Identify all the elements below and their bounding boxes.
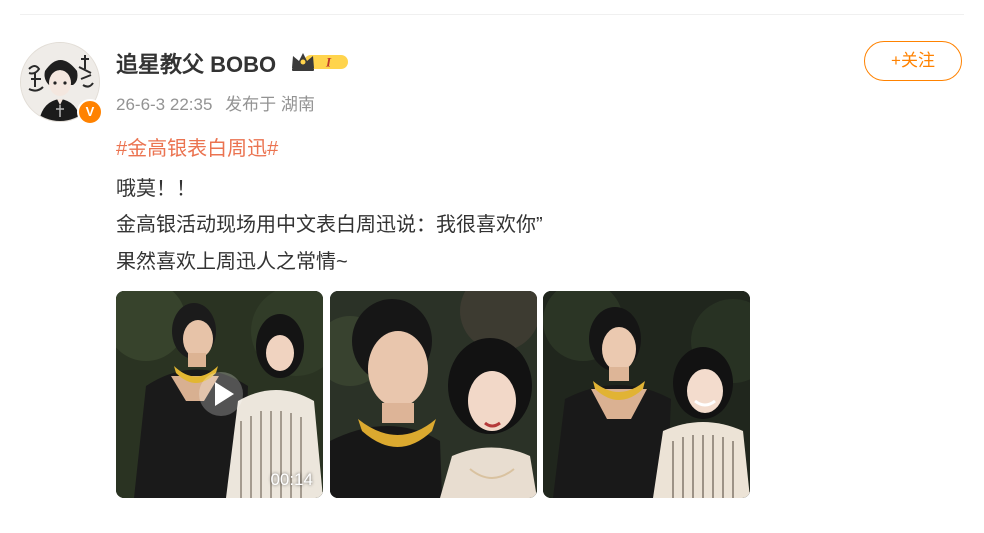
post-meta: 26-6-3 22:35 发布于 湖南	[116, 90, 323, 115]
follow-button[interactable]: +关注	[864, 41, 962, 81]
post-text-line: 哦莫！！	[116, 178, 196, 200]
post-text-line: 金高银活动现场用中文表白周迅说：我很喜欢你”	[116, 214, 543, 236]
post-source: 发布于 湖南	[225, 95, 315, 114]
play-icon[interactable]	[198, 371, 244, 417]
video-thumbnail[interactable]: 00:14	[116, 291, 323, 498]
post-text-line: 果然喜欢上周迅人之常情~	[116, 251, 348, 273]
topic-link[interactable]: #金高银表白周迅#	[116, 132, 278, 161]
weibo-post-card: V 追星教父 BOBO I 26-6-3 22:35 发布于 湖南 +关注 #金…	[0, 0, 984, 533]
vip-level: I	[325, 55, 332, 70]
divider	[20, 14, 964, 15]
image-thumbnail[interactable]	[543, 291, 750, 498]
image-thumbnail[interactable]	[330, 291, 537, 498]
user-name[interactable]: 追星教父 BOBO	[116, 47, 276, 79]
video-duration: 00:14	[270, 470, 313, 489]
crown-icon[interactable]: I	[290, 50, 350, 74]
verified-badge-icon: V	[77, 99, 103, 125]
post-time[interactable]: 26-6-3 22:35	[116, 95, 212, 114]
